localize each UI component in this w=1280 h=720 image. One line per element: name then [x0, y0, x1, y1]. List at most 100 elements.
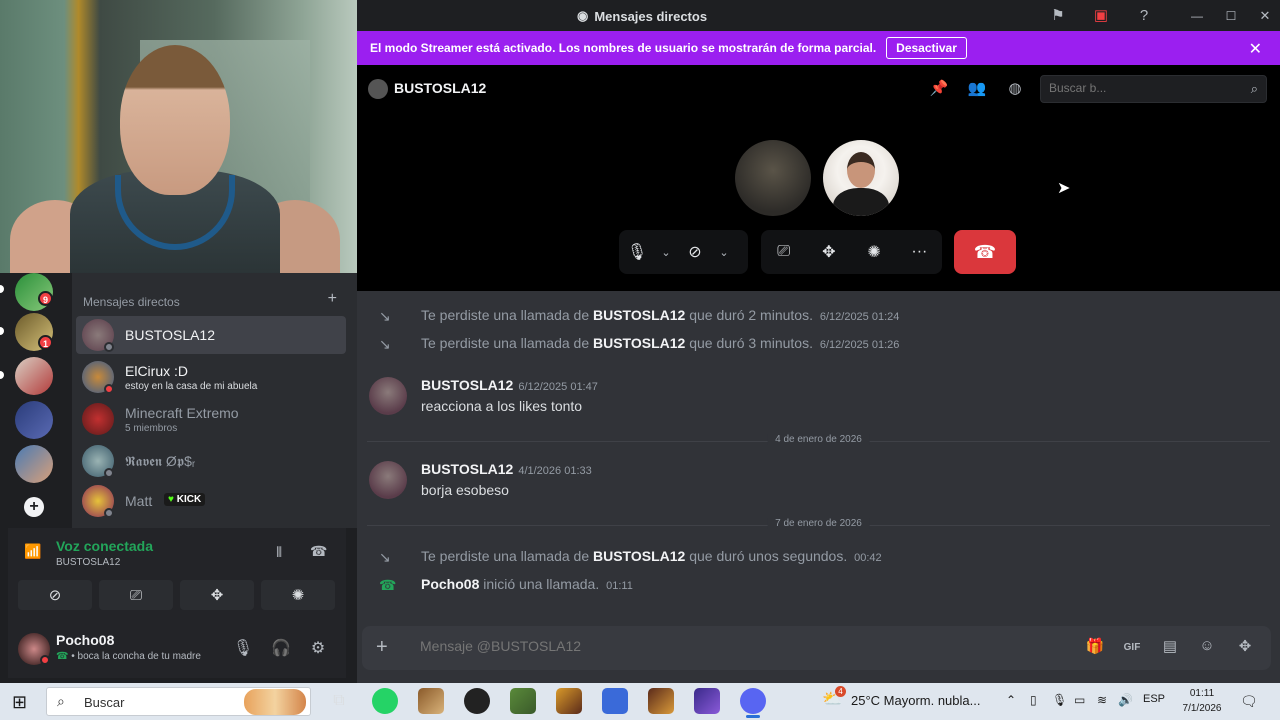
camera-off-icon[interactable]: ⊘ [677, 234, 713, 270]
emoji-icon[interactable]: ☺ [1196, 637, 1218, 659]
notifications-icon[interactable]: 🗨 [1240, 693, 1258, 710]
clock[interactable]: 01:11 7/1/2026 [1180, 686, 1224, 716]
screen-share-icon[interactable]: ▣ [1090, 5, 1112, 27]
hang-up-button[interactable]: ☎ [954, 230, 1016, 274]
disconnect-icon[interactable]: ☎ [310, 543, 327, 560]
headphones-icon[interactable]: 🎧 [270, 638, 292, 660]
obs-icon[interactable] [464, 688, 490, 714]
timestamp: 00:42 [854, 552, 882, 564]
taskbar-search[interactable]: ⌕ Buscar [46, 687, 311, 716]
camera-off-icon: ⊘ [48, 587, 62, 604]
profile-icon[interactable]: ◍ [1005, 79, 1025, 99]
dm-item-raven[interactable]: 𝕽𝖆𝖛𝖊𝖓 Ø𝖕$ᵣ [76, 442, 346, 480]
server-icon[interactable] [15, 357, 53, 395]
chevron-down-icon[interactable]: ⌄ [713, 234, 735, 270]
event-user[interactable]: BUSTOSLA12 [593, 548, 685, 564]
signal-icon: 📶 [24, 543, 42, 559]
game-app-icon[interactable] [556, 688, 582, 714]
game-app-icon[interactable] [694, 688, 720, 714]
more-icon[interactable]: ··· [901, 234, 937, 270]
camera-off-button[interactable]: ⊘ [18, 580, 92, 610]
close-button[interactable]: ✕ [1254, 5, 1276, 27]
kick-tag-label: KICK [176, 494, 202, 505]
deactivate-button[interactable]: Desactivar [886, 37, 967, 59]
screen-share-icon[interactable]: ⎚ [766, 234, 802, 270]
pin-icon[interactable]: 📌 [929, 79, 949, 99]
microphone-icon[interactable]: 🎙 [232, 638, 254, 660]
message-input[interactable] [420, 638, 1020, 654]
gift-icon[interactable]: 🎁 [1084, 637, 1106, 659]
task-view-icon[interactable]: ⧉ [326, 688, 352, 714]
username: Pocho08 [56, 632, 115, 648]
help-icon[interactable]: ? [1133, 5, 1155, 27]
search-box[interactable]: ⌕ [1040, 75, 1267, 103]
dm-item-bustosla12[interactable]: BUSTOSLA12 [76, 316, 346, 354]
apps-icon[interactable]: ✥ [1234, 637, 1256, 659]
chevron-up-icon[interactable]: ⌃ [1006, 693, 1016, 707]
volume-icon[interactable]: 🔊 [1118, 693, 1133, 707]
gif-icon[interactable]: GIF [1121, 637, 1143, 659]
minimize-button[interactable]: — [1186, 5, 1208, 27]
avatar[interactable] [369, 377, 407, 415]
sticker-icon[interactable]: ▤ [1159, 637, 1181, 659]
avatar[interactable] [369, 461, 407, 499]
noise-suppression-icon[interactable]: ⦀ [276, 544, 282, 561]
dm-item-label: BUSTOSLA12 [125, 327, 216, 343]
call-contact-name: BUSTOSLA12 [394, 80, 487, 96]
whatsapp-icon[interactable] [372, 688, 398, 714]
battery-icon[interactable]: ▭ [1074, 693, 1085, 707]
maximize-button[interactable]: ☐ [1220, 5, 1242, 27]
dm-list: Mensajes directos + BUSTOSLA12 ElCirux :… [72, 273, 357, 528]
discord-icon[interactable] [740, 688, 766, 718]
settings-gear-icon[interactable]: ⚙ [307, 638, 329, 660]
voice-status[interactable]: Voz conectada [56, 538, 153, 554]
dm-item-matt[interactable]: Matt ♥ KICK [76, 482, 346, 520]
event-user[interactable]: BUSTOSLA12 [593, 335, 685, 351]
server-icon[interactable] [15, 445, 53, 483]
participant-avatar-self[interactable] [823, 140, 899, 216]
minecraft-icon[interactable] [510, 688, 536, 714]
server-icon[interactable] [15, 401, 53, 439]
discord-logo-icon: ◉ [577, 8, 589, 23]
participant-avatar-bustosla12[interactable] [735, 140, 811, 216]
screen-share-button[interactable]: ⎚ [99, 580, 173, 610]
message-author[interactable]: BUSTOSLA12 [421, 377, 513, 393]
activities-icon[interactable]: ✥ [811, 234, 847, 270]
chevron-down-icon[interactable]: ⌄ [655, 234, 677, 270]
webcam-overlay [0, 0, 357, 273]
microphone-icon[interactable]: 🎙 [619, 234, 655, 270]
tray-icon[interactable]: ▯ [1030, 693, 1037, 707]
mention-badge: 1 [38, 335, 53, 350]
soundboard-button[interactable]: ✺ [261, 580, 335, 610]
game-app-icon[interactable] [648, 688, 674, 714]
microphone-icon[interactable]: 🎙 [1052, 693, 1067, 707]
wifi-icon[interactable]: ≋ [1097, 693, 1107, 707]
event-user[interactable]: BUSTOSLA12 [593, 307, 685, 323]
activities-button[interactable]: ✥ [180, 580, 254, 610]
title-bar: ◉ Mensajes directos ⚑ ▣ ? — ☐ ✕ [357, 0, 1280, 31]
voice-channel: BUSTOSLA12 [56, 557, 121, 568]
search-input[interactable] [1049, 81, 1234, 95]
add-friend-icon[interactable]: 👥 [967, 79, 987, 99]
language-indicator[interactable]: ESP [1143, 693, 1165, 705]
dm-item-minecraft-extremo[interactable]: Minecraft Extremo 5 miembros [76, 400, 346, 438]
dm-item-elcirux[interactable]: ElCirux :D estoy en la casa de mi abuela [76, 358, 346, 396]
inbox-flag-icon[interactable]: ⚑ [1047, 5, 1069, 27]
message-author[interactable]: BUSTOSLA12 [421, 461, 513, 477]
add-server-icon[interactable]: + [24, 497, 44, 517]
close-icon[interactable]: ✕ [1249, 39, 1262, 59]
missed-call-event: ↘ Te perdiste una llamada de BUSTOSLA12 … [357, 306, 1257, 326]
game-app-icon[interactable] [418, 688, 444, 714]
message: BUSTOSLA12 6/12/2025 01:47 reacciona a lo… [357, 377, 1257, 427]
new-dm-icon[interactable]: + [328, 290, 337, 308]
weather-text[interactable]: 25°C Mayorm. nubla... [851, 693, 980, 708]
attach-plus-icon[interactable]: + [376, 636, 388, 659]
missed-call-event: ↘ Te perdiste una llamada de BUSTOSLA12 … [357, 334, 1257, 354]
soundboard-icon[interactable]: ✺ [856, 234, 892, 270]
dm-item-label: ElCirux :D [125, 363, 189, 379]
event-user[interactable]: Pocho08 [421, 576, 479, 592]
windows-start-icon[interactable]: ⊞ [12, 692, 27, 713]
status-indicator [104, 468, 114, 478]
roblox-icon[interactable] [602, 688, 628, 714]
mouse-cursor-icon: ➤ [1057, 180, 1071, 197]
